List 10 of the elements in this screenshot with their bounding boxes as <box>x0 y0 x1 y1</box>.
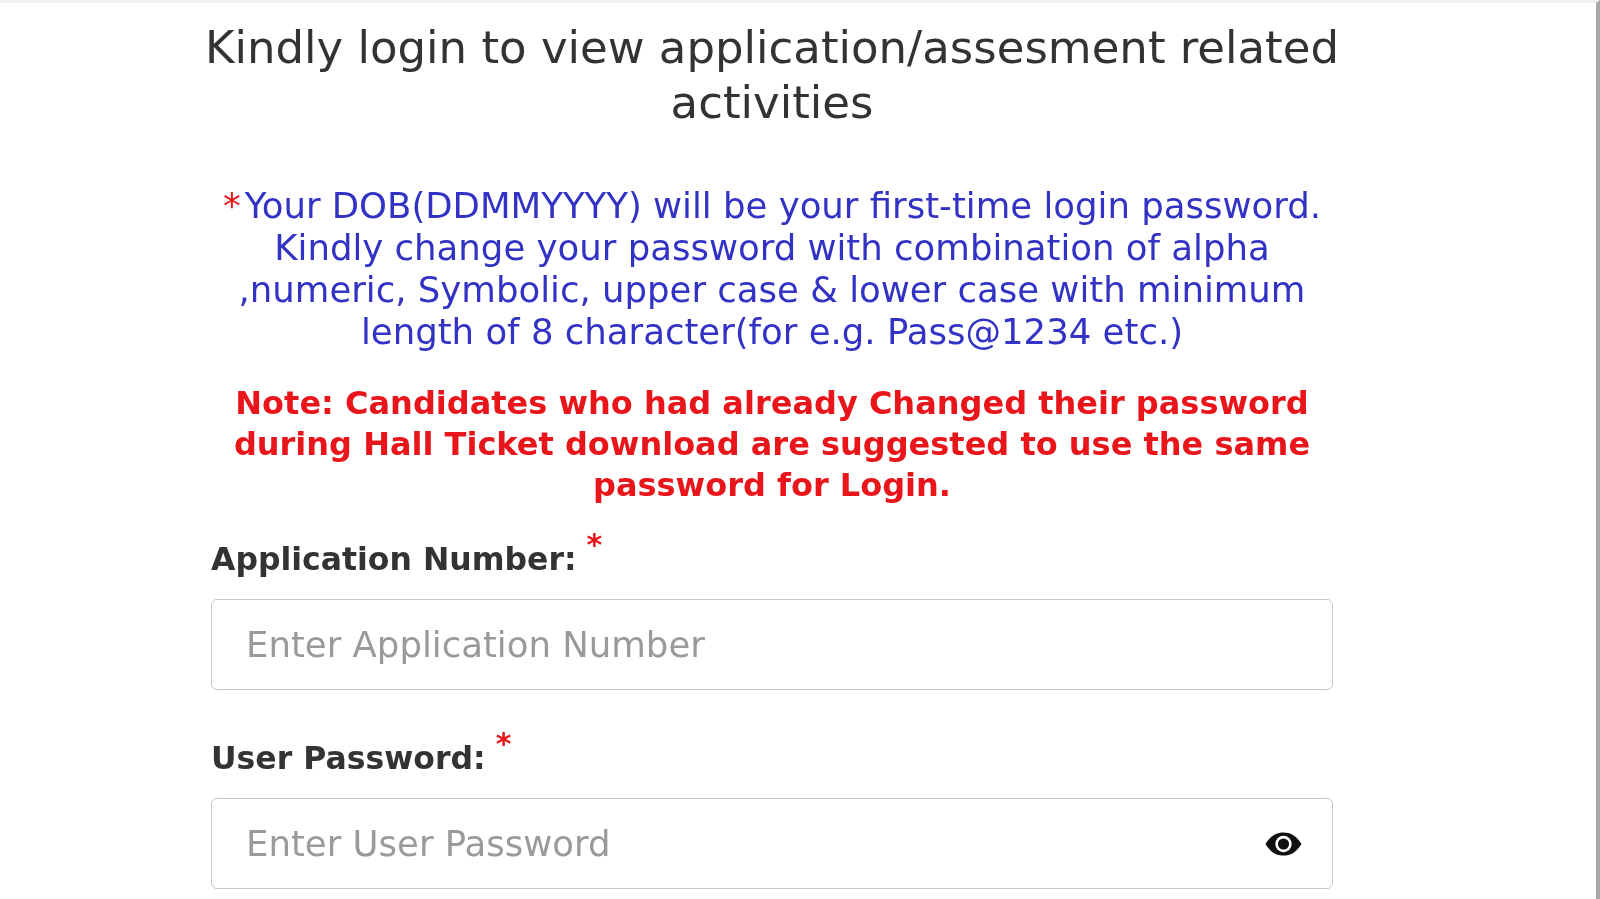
required-asterisk: * <box>586 531 603 559</box>
field-label: User Password: <box>211 739 486 778</box>
field-label: Application Number: <box>211 540 577 579</box>
page-heading: Kindly login to view application/assesment related activities <box>204 20 1340 130</box>
eye-icon[interactable] <box>1265 832 1302 856</box>
password-note: Note: Candidates who had already Changed their password during Hall Ticket download are suggested to use the same password for Login. <box>232 383 1312 506</box>
input-field[interactable]: Enter Application Number <box>211 599 1333 690</box>
required-asterisk: * <box>495 730 512 758</box>
password-instructions: *Your DOB(DDMMYYYY) will be your first-time login password. Kindly change your password with combination of alpha ,numeric, Symbolic, upper case & lower case with minimum length of 8 character(for e.g. Pass@1234 etc.) <box>221 185 1322 353</box>
password-field[interactable]: Enter User Password <box>211 798 1333 889</box>
